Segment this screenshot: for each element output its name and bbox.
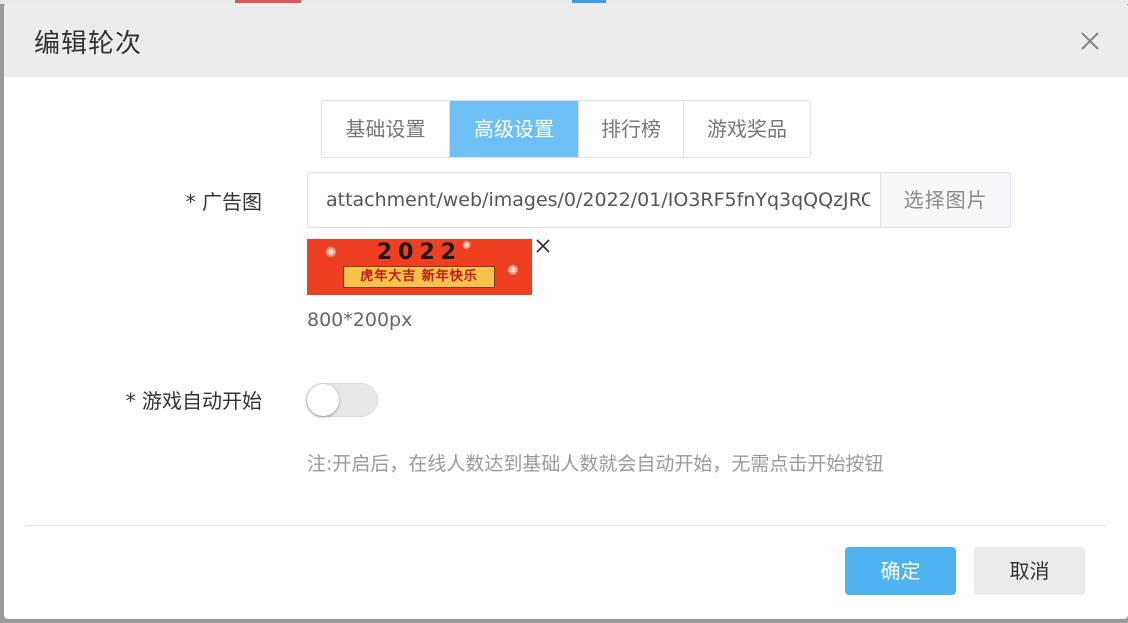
confirm-button[interactable]: 确定 — [845, 547, 956, 595]
tab-basic-settings[interactable]: 基础设置 — [322, 101, 450, 157]
edit-round-dialog: 编辑轮次 基础设置 高级设置 排行榜 游戏奖品 * 广告图 选择图片 ✺ ✺ ✺… — [4, 3, 1128, 619]
ad-image-input-group: 选择图片 — [307, 172, 1011, 228]
auto-start-note: 注:开启后，在线人数达到基础人数就会自动开始，无需点击开始按钮 — [307, 453, 884, 475]
dialog-header: 编辑轮次 — [4, 3, 1128, 77]
settings-tabs: 基础设置 高级设置 排行榜 游戏奖品 — [321, 100, 811, 158]
footer-divider — [26, 525, 1106, 526]
auto-start-toggle[interactable] — [306, 383, 378, 417]
firework-icon: ✺ — [507, 263, 519, 279]
ad-image-preview: ✺ ✺ ✺ 2022 虎年大吉 新年快乐 — [307, 239, 532, 295]
ad-year-text: 2022 — [376, 240, 463, 265]
toggle-knob — [307, 384, 339, 416]
close-icon[interactable] — [1076, 27, 1104, 55]
ad-image-size-hint: 800*200px — [307, 309, 413, 331]
select-image-button[interactable]: 选择图片 — [880, 173, 1010, 227]
ad-banner-text: 虎年大吉 新年快乐 — [343, 266, 495, 288]
tab-leaderboard[interactable]: 排行榜 — [579, 101, 684, 157]
tab-advanced-settings[interactable]: 高级设置 — [450, 101, 579, 157]
tab-game-prizes[interactable]: 游戏奖品 — [684, 101, 810, 157]
dialog-title: 编辑轮次 — [34, 29, 143, 59]
ad-image-label: * 广告图 — [185, 190, 262, 214]
remove-image-icon[interactable] — [534, 237, 552, 255]
ad-image-path-input[interactable] — [308, 173, 881, 227]
cancel-button[interactable]: 取消 — [974, 547, 1085, 595]
auto-start-label: * 游戏自动开始 — [125, 389, 262, 413]
